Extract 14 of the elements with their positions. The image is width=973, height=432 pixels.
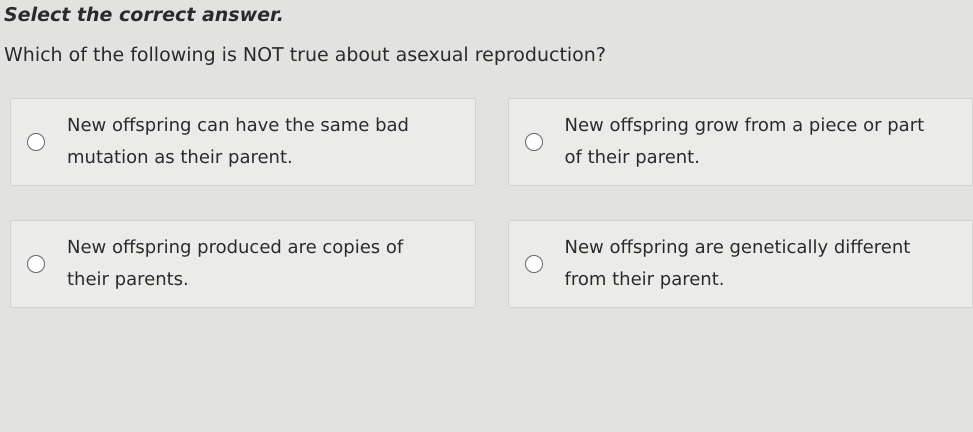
answer-text: New offspring are genetically different from their parent. [564,236,912,292]
radio-button[interactable] [27,133,45,151]
instruction-text: Select the correct answer. [4,3,285,28]
answer-option[interactable]: New offspring produced are copies of their parents. [10,220,476,308]
radio-button[interactable] [27,255,45,273]
answer-text: New offspring produced are copies of their parents. [67,236,404,292]
answer-option[interactable]: New offspring are genetically different from their parent. [508,220,973,308]
question-text: Which of the following is NOT true about asexual reproduction? [4,43,607,68]
radio-button[interactable] [524,133,542,151]
answer-option[interactable]: New offspring can have the same bad mutation as their parent. [10,98,476,186]
answer-option[interactable]: New offspring grow from a piece or part of their parent. [508,98,973,186]
radio-button[interactable] [524,255,542,273]
answer-text: New offspring grow from a piece or part of their parent. [564,114,926,170]
answer-text: New offspring can have the same bad mutation as their parent. [67,114,410,170]
